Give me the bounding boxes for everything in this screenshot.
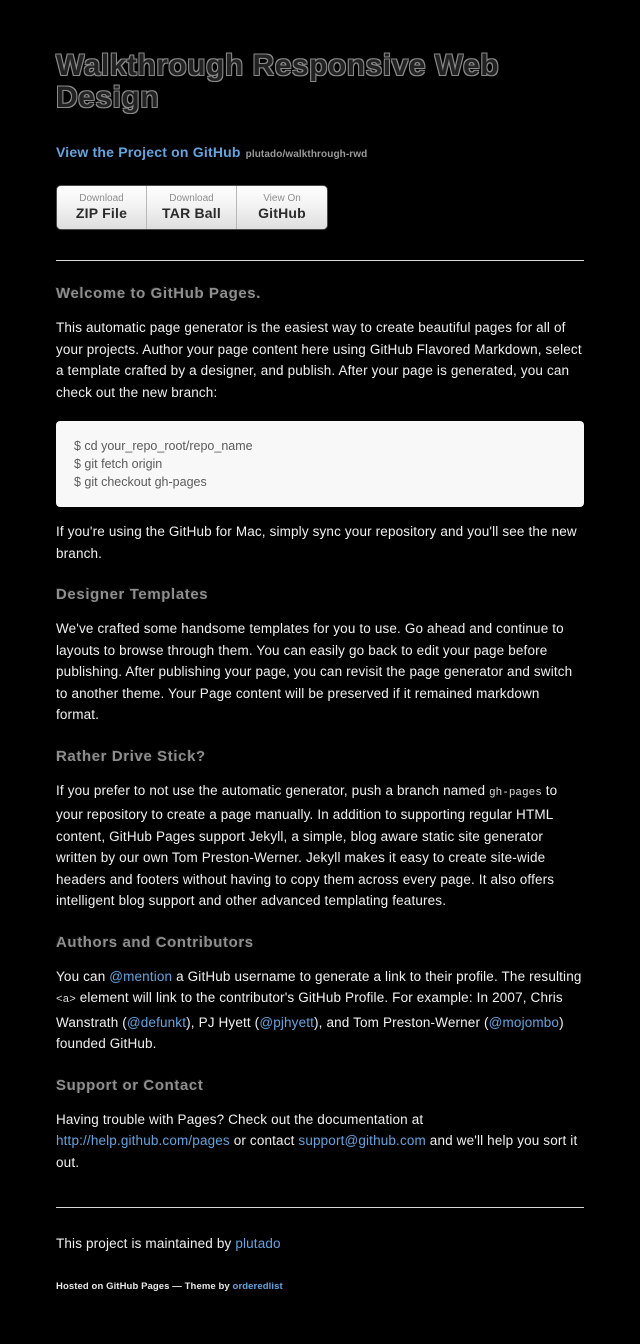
page-root: Walkthrough Responsive Web Design View t… <box>0 0 640 1334</box>
paragraph-github-for-mac: If you're using the GitHub for Mac, simp… <box>56 524 577 561</box>
authors-text-5: ), and Tom Preston-Werner ( <box>314 1014 489 1030</box>
support-text-2: or contact <box>229 1133 299 1148</box>
credits-line: Hosted on GitHub Pages — Theme by ordere… <box>56 1280 584 1294</box>
maintainer-link[interactable]: plutado <box>235 1236 280 1251</box>
heading-support-or-contact: Support or Contact <box>56 1076 204 1094</box>
stick-text-2: to your repository to create a page manu… <box>56 782 558 909</box>
stick-text-1: If you prefer to not use the automatic g… <box>56 782 490 798</box>
paragraph-welcome: This automatic page generator is the eas… <box>56 320 582 400</box>
authors-text-4: ), PJ Hyett ( <box>186 1014 260 1030</box>
repo-name-label: plutado/walkthrough-rwd <box>245 149 368 160</box>
tagline-row: View the Project on GitHub plutado/walkth… <box>56 144 584 163</box>
view-on-github-button-top: View On <box>263 193 301 204</box>
heading-authors-and-contributors: Authors and Contributors <box>56 933 254 951</box>
authors-text-1: You can <box>56 968 110 984</box>
paragraph-designer-templates: We've crafted some handsome templates fo… <box>56 621 573 722</box>
maintainer-prefix: This project is maintained by <box>56 1236 236 1251</box>
pjhyett-link[interactable]: @pjhyett <box>259 1015 314 1030</box>
inline-code-anchor-element: <a> <box>56 994 76 1006</box>
heading-designer-templates: Designer Templates <box>56 586 209 603</box>
footer-divider <box>56 1207 584 1208</box>
view-project-on-github-link[interactable]: View the Project on GitHub <box>56 144 241 160</box>
main-content: Welcome to GitHub Pages. This automatic … <box>56 261 584 1173</box>
download-zip-button[interactable]: Download ZIP File <box>57 186 147 229</box>
credits-prefix: Hosted on GitHub Pages — Theme by <box>56 1281 233 1292</box>
page-header: Walkthrough Responsive Web Design View t… <box>56 0 584 261</box>
help-docs-link[interactable]: http://help.github.com/pages <box>56 1133 230 1148</box>
paragraph-authors-and-contributors: You can @mention a GitHub username to ge… <box>56 966 584 1055</box>
support-email-link[interactable]: support@github.com <box>298 1133 425 1148</box>
theme-author-link[interactable]: orderedlist <box>233 1281 283 1292</box>
download-zip-button-bottom: ZIP File <box>75 205 128 221</box>
heading-rather-drive-stick: Rather Drive Stick? <box>56 747 206 765</box>
defunkt-link[interactable]: @defunkt <box>127 1015 186 1030</box>
download-zip-button-top: Download <box>79 193 124 204</box>
paragraph-support-or-contact: Having trouble with Pages? Check out the… <box>56 1109 584 1174</box>
code-block-checkout-gh-pages: $ cd your_repo_root/repo_name $ git fetc… <box>56 421 584 507</box>
view-on-github-button-bottom: GitHub <box>258 205 306 221</box>
maintainer-line: This project is maintained by plutado <box>56 1234 584 1254</box>
download-button-group: Download ZIP File Download TAR Ball View… <box>56 185 328 230</box>
mojombo-link[interactable]: @mojombo <box>489 1015 559 1030</box>
download-tar-button-bottom: TAR Ball <box>162 205 221 221</box>
download-tar-button[interactable]: Download TAR Ball <box>147 186 237 229</box>
authors-text-2: a GitHub username to generate a link to … <box>172 968 582 984</box>
page-footer: This project is maintained by plutado Ho… <box>56 1173 584 1334</box>
heading-welcome-to-github-pages: Welcome to GitHub Pages. <box>56 285 261 302</box>
page-title: Walkthrough Responsive Web Design <box>56 49 500 114</box>
support-text-1: Having trouble with Pages? Check out the… <box>56 1111 424 1127</box>
paragraph-rather-drive-stick: If you prefer to not use the automatic g… <box>56 780 584 912</box>
mention-link[interactable]: @mention <box>109 969 172 984</box>
download-tar-button-top: Download <box>169 193 214 204</box>
view-on-github-button[interactable]: View On GitHub <box>237 186 327 229</box>
inline-code-gh-pages: gh-pages <box>489 786 542 799</box>
